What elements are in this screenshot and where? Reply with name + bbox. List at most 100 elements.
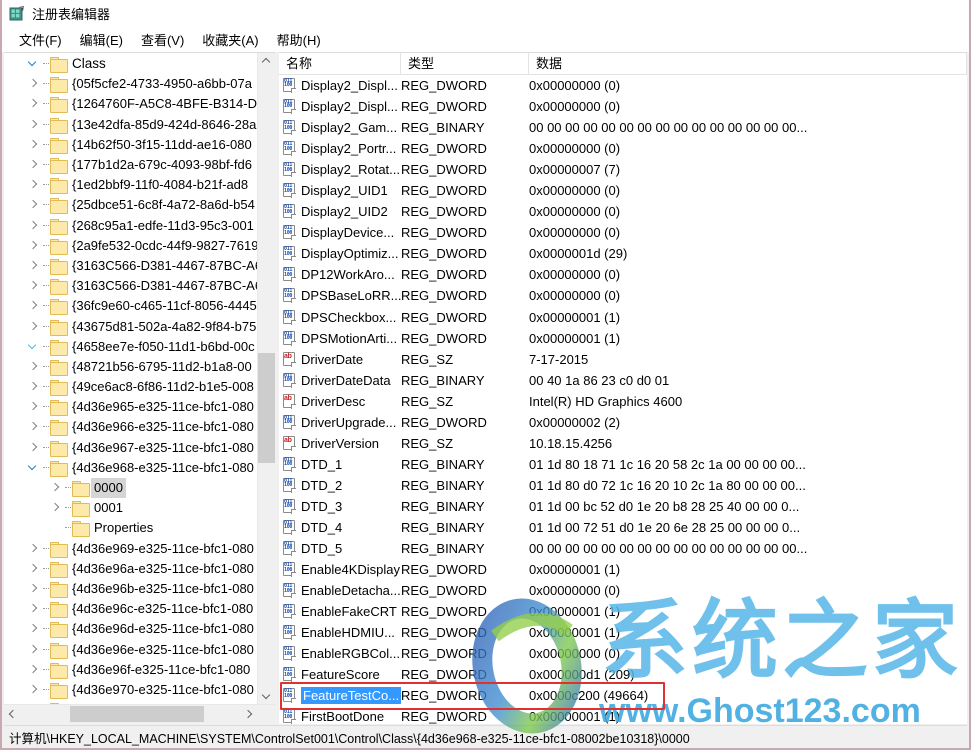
registry-value-row[interactable]: 011100FeatureScoreREG_DWORD0x000000d1 (2… (279, 664, 967, 685)
registry-value-row[interactable]: 011100Display2_Portr...REG_DWORD0x000000… (279, 138, 967, 159)
tree-vscroll-thumb[interactable] (258, 353, 275, 463)
chevron-right-icon[interactable] (26, 660, 41, 680)
registry-value-row[interactable]: 011100Display2_Rotat...REG_DWORD0x000000… (279, 159, 967, 180)
tree-node[interactable]: {4d36e969-e325-11ce-bfc1-080 (4, 539, 258, 559)
scroll-down-arrow-icon[interactable] (258, 688, 275, 705)
tree-node[interactable]: 0000 (4, 478, 258, 498)
registry-value-row[interactable]: 011100Display2_UID2REG_DWORD0x00000000 (… (279, 201, 967, 222)
chevron-right-icon[interactable] (26, 135, 41, 155)
tree-node[interactable]: {4d36e965-e325-11ce-bfc1-080 (4, 397, 258, 417)
tree-node[interactable]: {4d36e966-e325-11ce-bfc1-080 (4, 417, 258, 437)
tree-node[interactable]: {4658ee7e-f050-11d1-b6bd-00c (4, 337, 258, 357)
chevron-right-icon[interactable] (26, 256, 41, 276)
registry-value-row[interactable]: 011100Display2_UID1REG_DWORD0x00000000 (… (279, 180, 967, 201)
column-header-name[interactable]: 名称 (279, 53, 401, 74)
chevron-down-icon[interactable] (26, 458, 41, 478)
chevron-right-icon[interactable] (26, 216, 41, 236)
tree-node[interactable]: {2a9fe532-0cdc-44f9-9827-7619 (4, 236, 258, 256)
tree-node[interactable]: {4d36e970-e325-11ce-bfc1-080 (4, 680, 258, 700)
chevron-right-icon[interactable] (26, 296, 41, 316)
registry-value-row[interactable]: 011100DisplayOptimiz...REG_DWORD0x000000… (279, 243, 967, 264)
chevron-right-icon[interactable] (48, 478, 63, 498)
menu-favorites[interactable]: 收藏夹(A) (193, 28, 267, 51)
column-header-data[interactable]: 数据 (529, 53, 967, 74)
chevron-right-icon[interactable] (26, 317, 41, 337)
chevron-right-icon[interactable] (26, 377, 41, 397)
column-header-type[interactable]: 类型 (401, 53, 529, 74)
tree-node[interactable]: {48721b56-6795-11d2-b1a8-00 (4, 357, 258, 377)
chevron-right-icon[interactable] (26, 155, 41, 175)
registry-value-row[interactable]: 011100Display2_Displ...REG_DWORD0x000000… (279, 75, 967, 96)
registry-value-row[interactable]: 011100DTD_1REG_BINARY01 1d 80 18 71 1c 1… (279, 454, 967, 475)
registry-value-row[interactable]: 011100DisplayDevice...REG_DWORD0x0000000… (279, 222, 967, 243)
chevron-right-icon[interactable] (26, 640, 41, 660)
chevron-right-icon[interactable] (26, 357, 41, 377)
registry-value-row[interactable]: 011100DriverDateDataREG_BINARY00 40 1a 8… (279, 370, 967, 391)
tree-node[interactable]: {36fc9e60-c465-11cf-8056-4445 (4, 296, 258, 316)
registry-value-row[interactable]: 011100DTD_5REG_BINARY00 00 00 00 00 00 0… (279, 538, 967, 559)
chevron-right-icon[interactable] (26, 579, 41, 599)
registry-value-row[interactable]: 011100DPSMotionArti...REG_DWORD0x0000000… (279, 328, 967, 349)
chevron-right-icon[interactable] (26, 236, 41, 256)
registry-value-row[interactable]: 011100Display2_Displ...REG_DWORD0x000000… (279, 96, 967, 117)
tree-node[interactable]: Class (4, 54, 258, 74)
chevron-right-icon[interactable] (26, 599, 41, 619)
registry-value-row[interactable]: 011100DP12WorkAro...REG_DWORD0x00000000 … (279, 264, 967, 285)
tree-node[interactable]: {4d36e96d-e325-11ce-bfc1-080 (4, 619, 258, 639)
tree-node[interactable]: {177b1d2a-679c-4093-98bf-fd6 (4, 155, 258, 175)
chevron-right-icon[interactable] (26, 438, 41, 458)
registry-value-row[interactable]: 011100DTD_2REG_BINARY01 1d 80 d0 72 1c 1… (279, 475, 967, 496)
tree-node[interactable]: {4d36e96a-e325-11ce-bfc1-080 (4, 559, 258, 579)
chevron-right-icon[interactable] (26, 559, 41, 579)
tree-node[interactable]: {4d36e96b-e325-11ce-bfc1-080 (4, 579, 258, 599)
registry-value-row[interactable]: 011100FeatureTestCo...REG_DWORD0x0000c20… (279, 685, 967, 706)
registry-value-row[interactable]: 011100EnableDetacha...REG_DWORD0x0000000… (279, 580, 967, 601)
scroll-left-arrow-icon[interactable] (4, 705, 21, 723)
chevron-right-icon[interactable] (26, 539, 41, 559)
tree-node[interactable]: {43675d81-502a-4a82-9f84-b75 (4, 316, 258, 336)
registry-value-row[interactable]: 011100EnableRGBCol...REG_DWORD0x00000000… (279, 643, 967, 664)
tree-node[interactable]: {13e42dfa-85d9-424d-8646-28a (4, 115, 258, 135)
tree-node[interactable]: {49ce6ac8-6f86-11d2-b1e5-008 (4, 377, 258, 397)
registry-value-row[interactable]: abDriverDescREG_SZIntel(R) HD Graphics 4… (279, 391, 967, 412)
tree-node[interactable]: {1ed2bbf9-11f0-4084-b21f-ad8 (4, 175, 258, 195)
chevron-right-icon[interactable] (26, 337, 41, 357)
chevron-right-icon[interactable] (26, 276, 41, 296)
tree-node[interactable]: Properties (4, 518, 258, 538)
scroll-right-arrow-icon[interactable] (241, 705, 258, 723)
tree-node[interactable]: {4d36e96c-e325-11ce-bfc1-080 (4, 599, 258, 619)
menu-help[interactable]: 帮助(H) (268, 28, 330, 51)
tree-hscroll-thumb[interactable] (70, 706, 204, 722)
tree-node[interactable]: {3163C566-D381-4467-87BC-A6 (4, 276, 258, 296)
chevron-right-icon[interactable] (26, 619, 41, 639)
tree-node[interactable]: {14b62f50-3f15-11dd-ae16-080 (4, 135, 258, 155)
chevron-right-icon[interactable] (26, 680, 41, 700)
registry-value-row[interactable]: 011100DPSCheckbox...REG_DWORD0x00000001 … (279, 307, 967, 328)
tree-node[interactable]: {1264760F-A5C8-4BFE-B314-D5 (4, 94, 258, 114)
registry-value-row[interactable]: 011100Display2_Gam...REG_BINARY00 00 00 … (279, 117, 967, 138)
registry-value-row[interactable]: abDriverVersionREG_SZ10.18.15.4256 (279, 433, 967, 454)
tree-node[interactable]: {268c95a1-edfe-11d3-95c3-001 (4, 216, 258, 236)
registry-value-row[interactable]: 011100Enable4KDisplayREG_DWORD0x00000001… (279, 559, 967, 580)
tree-node[interactable]: {25dbce51-6c8f-4a72-8a6d-b54 (4, 195, 258, 215)
menu-view[interactable]: 查看(V) (132, 28, 193, 51)
chevron-down-icon[interactable] (26, 54, 41, 74)
chevron-right-icon[interactable] (26, 94, 41, 114)
tree-node[interactable]: {4d36e96f-e325-11ce-bfc1-080 (4, 660, 258, 680)
chevron-right-icon[interactable] (26, 74, 41, 94)
registry-value-row[interactable]: 011100DTD_4REG_BINARY01 1d 00 72 51 d0 1… (279, 517, 967, 538)
chevron-right-icon[interactable] (26, 175, 41, 195)
chevron-right-icon[interactable] (26, 115, 41, 135)
menu-edit[interactable]: 编辑(E) (71, 28, 132, 51)
tree-node[interactable]: {4d36e967-e325-11ce-bfc1-080 (4, 438, 258, 458)
registry-value-row[interactable]: 011100EnableHDMIU...REG_DWORD0x00000001 … (279, 622, 967, 643)
registry-value-row[interactable]: 011100DPSBaseLoRR...REG_DWORD0x00000000 … (279, 285, 967, 306)
chevron-right-icon[interactable] (26, 417, 41, 437)
tree-horizontal-scrollbar[interactable] (4, 704, 275, 724)
tree-vertical-scrollbar[interactable] (257, 53, 275, 705)
tree-node[interactable]: {3163C566-D381-4467-87BC-A6 (4, 256, 258, 276)
registry-value-row[interactable]: 011100EnableFakeCRTREG_DWORD0x00000001 (… (279, 601, 967, 622)
chevron-right-icon[interactable] (26, 195, 41, 215)
menu-file[interactable]: 文件(F) (10, 28, 71, 51)
registry-value-row[interactable]: abDriverDateREG_SZ7-17-2015 (279, 349, 967, 370)
